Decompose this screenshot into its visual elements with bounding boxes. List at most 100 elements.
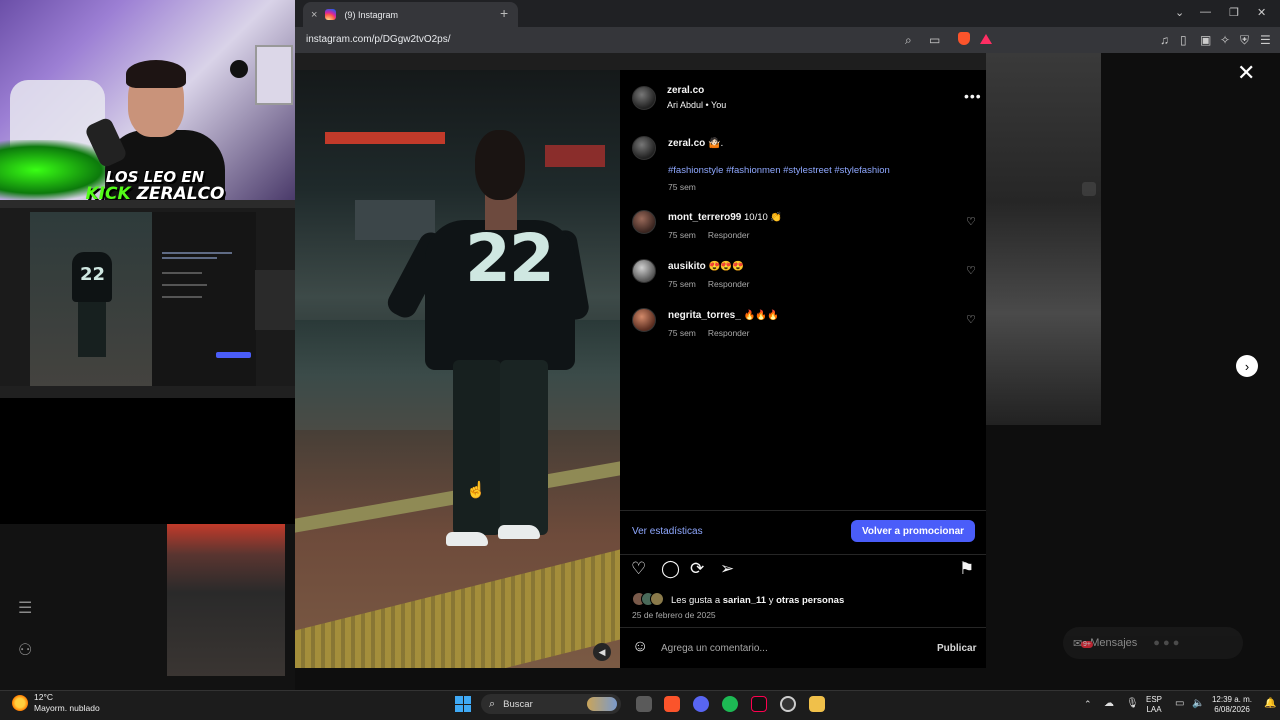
boost-again-button[interactable]: Volver a promocionar: [851, 520, 975, 542]
vpn-icon[interactable]: ⛨: [1240, 33, 1249, 48]
comment-avatar[interactable]: [632, 308, 656, 332]
window-close-icon[interactable]: ✕: [1257, 6, 1266, 19]
likes-and: y: [768, 595, 774, 606]
caption-line: zeral.co 🤷🏻.: [668, 138, 723, 149]
notifications-icon[interactable]: 🔔: [1264, 698, 1276, 709]
comment-item: ausikito 😍😍😍: [668, 261, 744, 272]
reply-button[interactable]: Responder: [708, 328, 750, 338]
windows-start-icon[interactable]: [455, 696, 471, 712]
obs-icon[interactable]: [780, 696, 796, 712]
stream-logo-kick: KICK: [85, 184, 131, 200]
save-bookmark-icon[interactable]: ⚑: [959, 559, 974, 579]
tab-close-icon[interactable]: ×: [311, 9, 317, 21]
share-icon[interactable]: ➢: [720, 559, 734, 579]
like-icon[interactable]: ♡: [631, 559, 646, 579]
author-username[interactable]: zeral.co: [667, 85, 704, 96]
messages-dock[interactable]: ✉ 9+ Mensajes ● ● ●: [1063, 627, 1243, 659]
file-explorer-icon[interactable]: [809, 696, 825, 712]
comment-like-icon[interactable]: ♡: [966, 215, 976, 228]
caption-avatar[interactable]: [632, 136, 656, 160]
messages-icon: ✉ 9+: [1073, 637, 1093, 650]
likes-others[interactable]: otras personas: [776, 595, 844, 606]
comment-like-icon[interactable]: ♡: [966, 313, 976, 326]
likes-user[interactable]: sarian_11: [723, 595, 766, 606]
preview-tabbar: [0, 200, 295, 208]
comment-text: 10/10 👏: [744, 212, 783, 223]
zoom-icon[interactable]: ⌕: [905, 33, 912, 48]
minimize-icon[interactable]: —: [1200, 6, 1211, 18]
liker-avatar: [650, 592, 664, 606]
weather-widget[interactable]: 12°C Mayorm. nublado: [12, 692, 100, 714]
photo-awning: [325, 132, 445, 144]
messages-avatars: ● ● ●: [1153, 637, 1180, 649]
publish-comment-button[interactable]: Publicar: [937, 643, 976, 654]
webcam-overlay: LOS LEO EN KICK ZERALCO: [0, 0, 295, 200]
comment-meta: 75 sem Responder: [668, 328, 749, 338]
comment-like-icon[interactable]: ♡: [966, 264, 976, 277]
brave-browser-icon[interactable]: [664, 696, 680, 712]
onedrive-icon[interactable]: ☁: [1104, 698, 1114, 709]
brave-rewards-icon[interactable]: [980, 34, 992, 44]
comment-avatar[interactable]: [632, 210, 656, 234]
comment-username[interactable]: mont_terrero99: [668, 212, 741, 223]
emoji-picker-icon[interactable]: ☺: [632, 638, 648, 656]
caption-username[interactable]: zeral.co: [668, 138, 705, 149]
caption-hashtags[interactable]: #fashionstyle #fashionmen #stylestreet #…: [668, 165, 890, 176]
comment-username[interactable]: ausikito: [668, 261, 706, 272]
spotify-icon[interactable]: [722, 696, 738, 712]
microphone-icon[interactable]: 🎙: [1126, 698, 1139, 709]
comment-avatar[interactable]: [632, 259, 656, 283]
cast-icon[interactable]: ▭: [929, 33, 940, 47]
post-photo[interactable]: 22 ☝ ◀: [295, 70, 620, 668]
comment-time: 75 sem: [668, 230, 696, 240]
webcam-lamp: [230, 60, 248, 78]
photo-head: [475, 130, 525, 200]
preview-photo: 22: [30, 212, 152, 398]
comment-item: mont_terrero99 10/10 👏: [668, 212, 782, 223]
restore-icon[interactable]: ❐: [1229, 6, 1239, 19]
comment-icon[interactable]: ◯: [661, 559, 680, 579]
tiktok-icon[interactable]: [751, 696, 767, 712]
collab-user[interactable]: Ari Abdul: [667, 100, 703, 110]
view-insights-link[interactable]: Ver estadísticas: [632, 526, 703, 537]
add-comment-input[interactable]: Agrega un comentario...: [661, 643, 768, 654]
task-view-icon[interactable]: [636, 696, 652, 712]
author-avatar[interactable]: [632, 86, 656, 110]
likes-summary[interactable]: Les gusta a sarian_11 y otras personas: [671, 595, 844, 606]
clock[interactable]: 12:39 a. m. 6/08/2026: [1210, 695, 1254, 715]
wallet-icon[interactable]: ▣: [1200, 33, 1211, 47]
comment-meta: 75 sem Responder: [668, 279, 749, 289]
url-field[interactable]: instagram.com/p/DGgw2tvO2ps/: [306, 34, 451, 45]
sidebar-icon[interactable]: ▯: [1180, 33, 1187, 47]
brave-shields-icon[interactable]: [958, 32, 970, 45]
meta-apps-icon[interactable]: ⚇: [18, 640, 40, 659]
mute-audio-icon[interactable]: ◀: [593, 643, 611, 661]
close-post-icon[interactable]: ✕: [1237, 60, 1255, 86]
new-tab-button[interactable]: +: [500, 5, 508, 21]
next-post-icon[interactable]: ›: [1236, 355, 1258, 377]
tab-instagram[interactable]: × (9) Instagram: [303, 2, 518, 27]
more-options-icon[interactable]: •••: [964, 88, 982, 104]
liker-avatars[interactable]: [632, 592, 664, 606]
network-icon[interactable]: ▭: [1175, 698, 1184, 709]
media-icon[interactable]: ♫: [1160, 33, 1169, 47]
divider: [620, 627, 986, 628]
volume-icon[interactable]: 🔈: [1192, 698, 1204, 709]
stream-preview-thumbnail: 22: [0, 200, 295, 398]
leo-ai-icon[interactable]: ✧: [1220, 33, 1230, 47]
menu-icon[interactable]: ☰: [1260, 33, 1271, 47]
repost-icon[interactable]: ⟳: [690, 559, 704, 579]
reply-button[interactable]: Responder: [708, 279, 750, 289]
weather-temp: 12°C: [34, 692, 53, 702]
comment-username[interactable]: negrita_torres_: [668, 310, 741, 321]
language-indicator[interactable]: ESP LAA: [1146, 695, 1162, 715]
tab-search-chevron-icon[interactable]: ⌄: [1175, 6, 1184, 19]
divider: [620, 510, 986, 511]
photo-shoe-right: [498, 525, 540, 539]
search-icon: ⌕: [489, 697, 496, 710]
reply-button[interactable]: Responder: [708, 230, 750, 240]
discord-icon[interactable]: [693, 696, 709, 712]
tray-overflow-icon[interactable]: ⌃: [1084, 699, 1092, 710]
taskbar-search[interactable]: ⌕ Buscar: [481, 694, 621, 714]
more-menu-icon[interactable]: ☰: [18, 598, 40, 617]
